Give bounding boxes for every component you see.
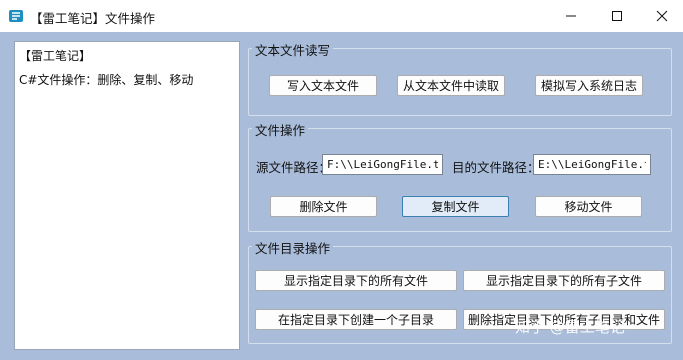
delete-file-button[interactable]: 删除文件 [270, 196, 377, 217]
log-line: C#文件操作：删除、复制、移动 [19, 73, 194, 87]
list-subdirs-button[interactable]: 显示指定目录下的所有子文件 [463, 270, 665, 291]
app-icon [9, 10, 23, 22]
maximize-icon [611, 11, 622, 21]
window-title: 【雷工笔记】文件操作 [30, 11, 156, 26]
create-subdir-button[interactable]: 在指定目录下创建一个子目录 [255, 309, 457, 330]
target-path-input[interactable] [533, 154, 651, 175]
dir-ops-group-title: 文件目录操作 [252, 238, 334, 257]
target-path-label: 目的文件路径： [452, 160, 540, 175]
file-ops-group-title: 文件操作 [252, 120, 309, 139]
source-path-input[interactable] [322, 154, 443, 175]
minimize-icon [565, 15, 576, 17]
read-text-file-button[interactable]: 从文本文件中读取 [397, 75, 505, 96]
copy-file-button[interactable]: 复制文件 [402, 196, 509, 217]
source-path-label: 源文件路径： [256, 160, 332, 175]
close-icon [656, 10, 667, 22]
title-bar: 【雷工笔记】文件操作 [0, 0, 683, 33]
minimize-button[interactable] [548, 0, 593, 32]
log-line: 【雷工笔记】 [19, 49, 92, 63]
write-text-file-button[interactable]: 写入文本文件 [269, 75, 377, 96]
maximize-button[interactable] [594, 0, 639, 32]
watermark: 知乎 @雷工笔记 [515, 318, 625, 336]
move-file-button[interactable]: 移动文件 [535, 196, 642, 217]
write-system-log-button[interactable]: 模拟写入系统日志 [535, 75, 643, 96]
text-rw-group-title: 文本文件读写 [252, 40, 334, 59]
close-button[interactable] [639, 0, 683, 32]
log-textbox[interactable]: 【雷工笔记】 C#文件操作：删除、复制、移动 [14, 41, 240, 350]
list-files-button[interactable]: 显示指定目录下的所有文件 [255, 270, 457, 291]
